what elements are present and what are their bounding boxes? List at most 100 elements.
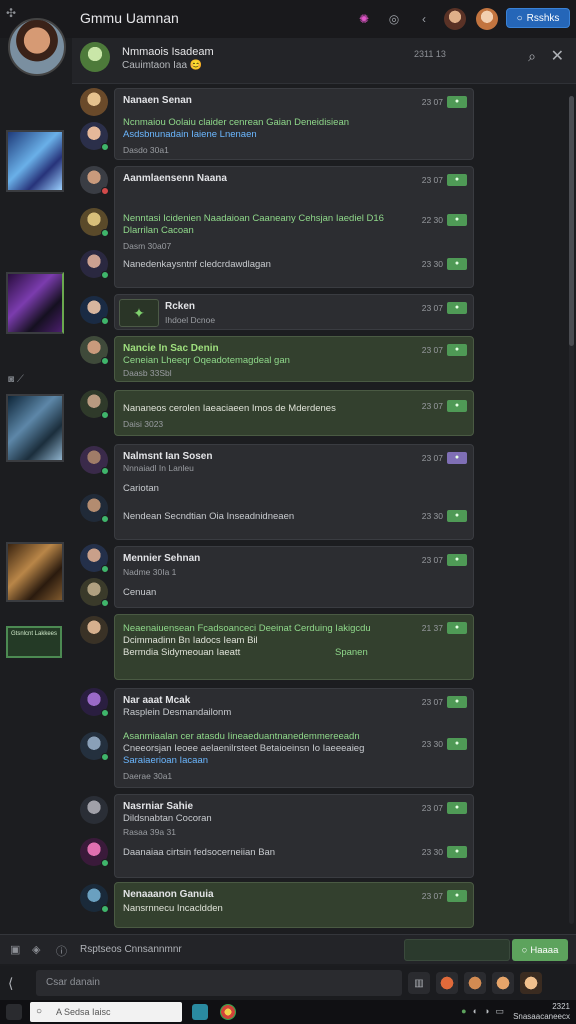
message-avatar[interactable] [80,578,109,607]
search-icon[interactable]: ⌕ [528,48,536,65]
message-card[interactable]: Nananeos cerolen Iaeaciaeen Imos de Mder… [114,390,474,436]
reply-tag[interactable]: ● [447,846,467,858]
media-thumbnail[interactable] [6,394,64,462]
reply-tag[interactable]: ● [447,302,467,314]
user-avatar-2[interactable] [476,8,498,30]
volume-icon[interactable]: ◑ [484,1006,489,1017]
message-subtext: Nadme 30Ia 1 [123,567,177,577]
sync-icon[interactable]: ◐ [473,1006,478,1017]
search-input[interactable]: Csar danain [36,970,402,996]
network-icon[interactable]: ● [461,1006,466,1017]
message-avatar[interactable] [80,616,108,644]
reply-tag[interactable]: ● [447,96,467,108]
reply-tag[interactable]: ● [447,802,467,814]
attachment-icon[interactable]: ✦ [119,299,159,327]
reply-tag[interactable]: ● [447,554,467,566]
message-card[interactable]: Nenaaanon Ganuia 23 07 ● Nansrnnecu Inca… [114,882,474,928]
reply-tag[interactable]: ● [447,258,467,270]
message-avatar[interactable] [80,208,109,237]
more-icon[interactable]: ‹ [414,9,434,29]
channel-avatar[interactable] [80,42,110,72]
message-avatar[interactable] [80,796,108,824]
message-card[interactable]: Neaenaiuensean Fcadsoanceci Deeinat Cerd… [114,614,474,680]
message-avatar[interactable] [80,166,109,195]
clock[interactable]: 2321 Snasaacaneecx [513,1002,570,1022]
message-time: 22 30 [421,215,443,225]
profile-avatar[interactable] [8,18,66,76]
message-avatar[interactable] [80,494,109,523]
reply-tag[interactable]: ● [447,738,467,750]
media-badge-thumbnail[interactable]: Gtsnlcnt Lakkees [6,626,62,658]
refresh-button[interactable]: ○ Rsshks [506,8,570,28]
reply-tag[interactable]: ● [447,452,467,464]
message-avatar[interactable] [80,544,109,573]
online-indicator [101,565,109,573]
online-indicator [101,709,109,717]
composer-bar: ▣ ◈ ⓘ Rsptseos Cnnsannmnr ○ Haaaa [0,934,576,964]
battery-icon[interactable]: ▭ [495,1006,504,1017]
extensions-icon[interactable]: ✺ [354,9,374,29]
contact-avatar[interactable] [436,972,458,994]
message-card[interactable]: Nalmsnt Ian Sosen 23 07 ● Nnnaiadl In La… [114,444,474,540]
send-icon: ○ [521,944,528,956]
message-avatar[interactable] [80,688,109,717]
info-icon[interactable]: ⓘ [56,943,67,959]
reply-tag[interactable]: ● [447,510,467,522]
reply-tag[interactable]: ● [447,400,467,412]
contact-avatar[interactable] [492,972,514,994]
status-icon[interactable]: ◎ [384,9,404,29]
message-card[interactable]: Nanaen Senan 23 07 ● Ncnmaiou Oolaiu cla… [114,88,474,160]
reply-tag[interactable]: ● [447,622,467,634]
message-avatar[interactable] [80,884,109,913]
reply-tag[interactable]: ● [447,214,467,226]
message-card[interactable]: Nancie In Sac Denin 23 07 ● Ceneian Lhee… [114,336,474,382]
app-menu-icon[interactable]: ✣ [6,6,20,20]
message-avatar[interactable] [80,88,108,116]
message-avatar[interactable] [80,446,109,475]
message-card[interactable]: Aanmlaensenn Naana 23 07 ● Nenntasi Icid… [114,166,474,288]
message-card[interactable]: Mennier Sehnan 23 07 ● Nadme 30Ia 1 Cenu… [114,546,474,608]
message-avatar[interactable] [80,250,109,279]
scrollbar-thumb[interactable] [569,96,574,346]
contact-avatar[interactable] [464,972,486,994]
message-avatar[interactable] [80,732,109,761]
online-indicator [101,905,109,913]
message-avatar[interactable] [80,336,109,365]
camera-tool-icon[interactable]: ◙ ⟋ [8,374,24,385]
sticker-icon[interactable]: ◈ [32,943,40,956]
message-author: Nanaen Senan [123,95,192,106]
back-icon[interactable]: ⟨ [8,975,13,992]
close-icon[interactable]: ✕ [551,46,564,66]
message-text: Dlarrilan Cacoan [123,225,194,236]
taskbar-search[interactable]: ○ A Sedsa Iaisc [30,1002,182,1022]
message-input[interactable] [404,939,510,961]
user-avatar-1[interactable] [444,8,466,30]
message-card[interactable]: Nasrniar Sahie 23 07 ● Dildsnabtan Cocor… [114,794,474,878]
message-avatar[interactable] [80,390,109,419]
reply-tag[interactable]: ● [447,174,467,186]
media-thumbnail[interactable] [6,272,64,334]
media-thumbnail[interactable] [6,542,64,602]
message-author: Nancie In Sac Denin [123,343,219,354]
reply-tag[interactable]: ● [447,696,467,708]
send-button[interactable]: ○ Haaaa [512,939,568,961]
message-subtext: Nnnaiadl In Lanleu [123,463,194,473]
media-thumbnail[interactable] [6,130,64,192]
book-icon[interactable]: ▥ [408,972,430,994]
channel-header: Nmmaois Isadeam Cauimtaon Iaa 😊 2311 13 … [72,38,576,84]
app-icon[interactable] [192,1004,208,1020]
windows-start-icon[interactable] [6,1004,22,1020]
message-text: Spanen [335,647,368,658]
message-avatar[interactable] [80,838,109,867]
message-card[interactable]: ✦ Rcken Ihdoel Dcnoe 23 07 ● [114,294,474,330]
contact-avatar[interactable] [520,972,542,994]
browser-icon[interactable] [220,1004,236,1020]
message-subtext: Daasb 33Sbl [123,368,172,378]
reply-tag[interactable]: ● [447,344,467,356]
image-icon[interactable]: ▣ [10,943,20,956]
reply-tag[interactable]: ● [447,890,467,902]
message-card[interactable]: Nar aaat Mcak 23 07 ● Rasplein Desmandai… [114,688,474,788]
message-avatar[interactable] [80,122,109,151]
message-avatar[interactable] [80,296,109,325]
message-subtext: Daisi 3023 [123,419,164,429]
